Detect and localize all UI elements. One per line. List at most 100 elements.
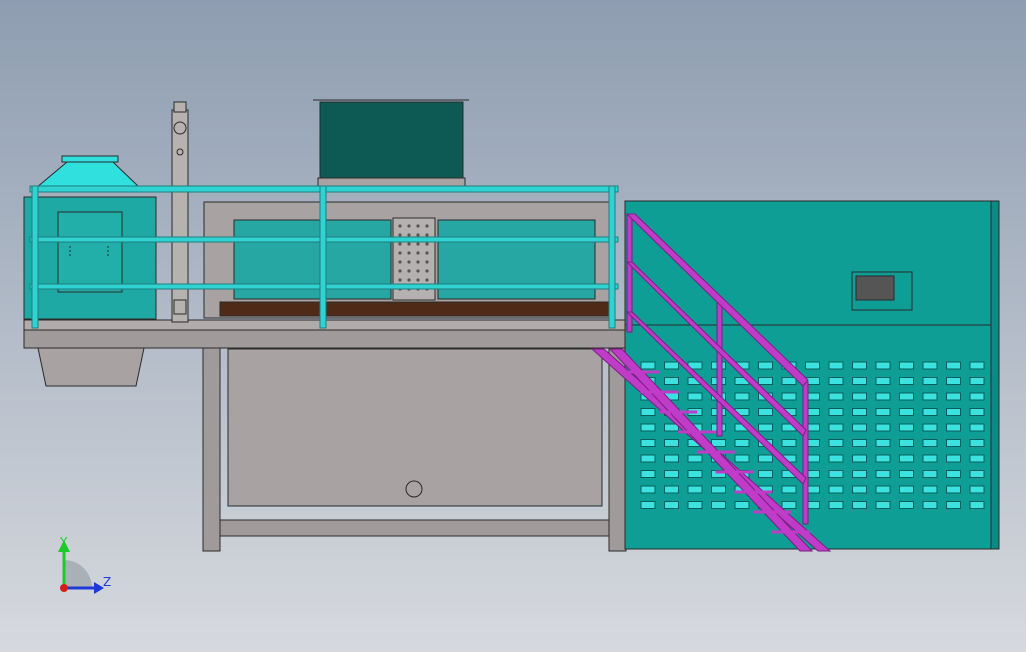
- vent-slot: [899, 470, 914, 478]
- vent-slot: [640, 361, 656, 370]
- vent-slot: [969, 377, 985, 385]
- vent-slot: [969, 439, 985, 447]
- perforation-hole: [416, 260, 420, 264]
- vent-slot: [687, 501, 703, 509]
- vent-slot: [899, 454, 914, 463]
- vent-slot: [664, 361, 679, 370]
- vent-slot: [875, 361, 891, 370]
- vent-slot: [687, 392, 703, 401]
- tower-door[interactable]: [57, 211, 123, 293]
- vent-slot: [946, 485, 961, 494]
- handrail-post-3: [802, 381, 809, 525]
- dryer-collar: [317, 177, 466, 187]
- perforation-hole: [398, 224, 402, 228]
- vent-slot: [640, 439, 656, 447]
- vent-slot: [758, 361, 773, 370]
- platform-deck: [23, 329, 629, 349]
- pipe-body: [171, 109, 189, 323]
- perforation-hole: [416, 224, 420, 228]
- vent-slot: [899, 485, 914, 494]
- perforation-hole: [407, 260, 411, 264]
- vent-slot: [969, 501, 985, 509]
- vent-slot: [899, 361, 914, 370]
- vent-slot: [946, 377, 961, 385]
- vent-slot: [899, 408, 914, 416]
- vent-slot: [922, 470, 938, 478]
- cad-viewport[interactable]: Y Z: [0, 0, 1026, 652]
- equipment-cabinet[interactable]: [624, 200, 1000, 550]
- vent-slot: [828, 408, 844, 416]
- vent-slot: [946, 361, 961, 370]
- vent-slot: [781, 377, 797, 385]
- vent-slot: [734, 454, 750, 463]
- vent-slot: [899, 377, 914, 385]
- vent-slot: [899, 439, 914, 447]
- control-switch[interactable]: [855, 275, 895, 301]
- vent-slot: [664, 485, 679, 494]
- vent-slot: [922, 377, 938, 385]
- vent-slot: [640, 408, 656, 416]
- vent-slot: [828, 439, 844, 447]
- perforation-hole: [425, 278, 429, 282]
- vent-slot: [781, 485, 797, 494]
- vent-slot: [899, 392, 914, 401]
- vent-slot: [664, 454, 679, 463]
- vent-slot: [664, 439, 679, 447]
- lower-tank-panel: [227, 348, 603, 507]
- vent-slot: [828, 377, 844, 385]
- perforation-hole: [407, 242, 411, 246]
- dryer-top-box: [319, 101, 464, 179]
- vent-slot: [969, 485, 985, 494]
- perforation-hole: [398, 233, 402, 237]
- vent-slot: [875, 470, 891, 478]
- perforation-hole: [416, 278, 420, 282]
- vent-slot: [781, 501, 797, 509]
- vent-slot: [734, 501, 750, 509]
- vent-slot: [875, 408, 891, 416]
- vent-slot: [946, 470, 961, 478]
- vent-slot: [640, 454, 656, 463]
- brown-tray: [219, 301, 613, 317]
- vent-slot: [734, 439, 750, 447]
- vent-slot: [969, 408, 985, 416]
- vent-slot: [922, 361, 938, 370]
- tower-flange: [61, 155, 119, 163]
- perforation-hole: [416, 242, 420, 246]
- y-axis-label: Y: [59, 535, 68, 549]
- vent-slot: [852, 470, 867, 478]
- vent-slot: [640, 423, 656, 432]
- rail-post-mid: [319, 185, 327, 329]
- vent-slot: [922, 423, 938, 432]
- vent-slot: [711, 501, 726, 509]
- vent-slot: [946, 392, 961, 401]
- vent-slot: [922, 439, 938, 447]
- vent-slot: [640, 470, 656, 478]
- perforation-hole: [407, 269, 411, 273]
- vent-slot: [781, 439, 797, 447]
- perforation-hole: [398, 260, 402, 264]
- vent-slot: [969, 423, 985, 432]
- rail-post-right: [608, 185, 616, 329]
- vent-slot: [805, 361, 820, 370]
- vent-slot: [946, 408, 961, 416]
- pipe-valve[interactable]: [173, 121, 187, 135]
- vent-slot: [946, 501, 961, 509]
- vent-slot: [758, 454, 773, 463]
- vent-slot: [946, 454, 961, 463]
- vent-slot: [852, 377, 867, 385]
- perforation-hole: [425, 224, 429, 228]
- vent-slot: [875, 392, 891, 401]
- vent-slot: [875, 454, 891, 463]
- frame-bottom-beam: [219, 519, 610, 537]
- perforation-hole: [425, 269, 429, 273]
- vent-slot: [758, 470, 773, 478]
- perforation-hole: [398, 278, 402, 282]
- vent-slot: [922, 454, 938, 463]
- perforation-hole: [407, 251, 411, 255]
- vent-slot: [922, 485, 938, 494]
- perforation-hole: [398, 251, 402, 255]
- vent-slot: [852, 423, 867, 432]
- vent-slot: [899, 501, 914, 509]
- vent-slot: [828, 470, 844, 478]
- vent-slot: [687, 470, 703, 478]
